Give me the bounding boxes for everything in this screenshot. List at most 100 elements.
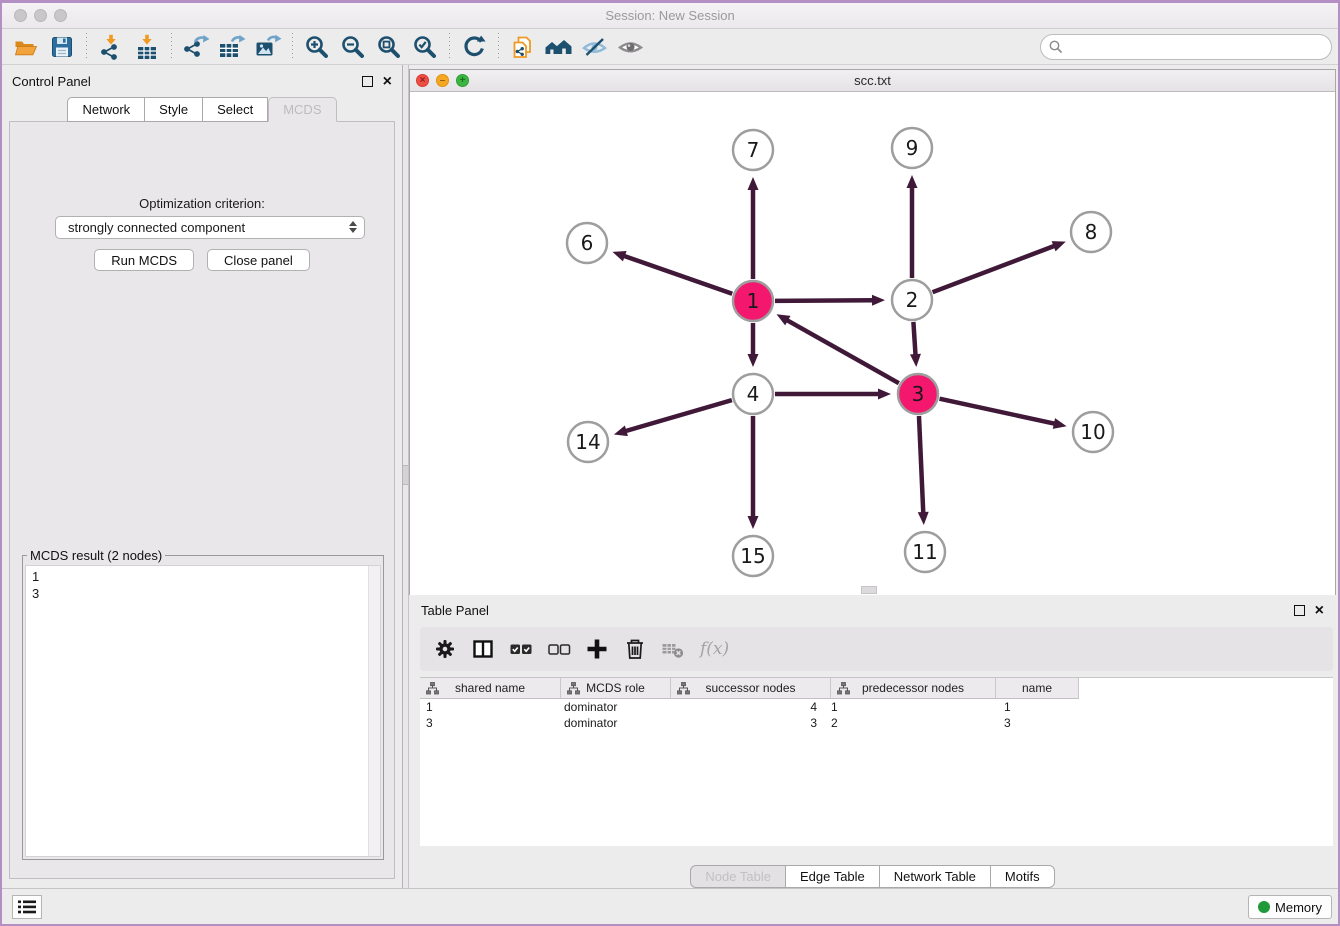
- tab-mcds[interactable]: MCDS: [268, 97, 336, 122]
- node-2[interactable]: 2: [892, 280, 932, 320]
- float-panel-icon[interactable]: [362, 76, 373, 87]
- network-canvas[interactable]: 7 9 6 8 1 2 4 3 14 10 15 11: [410, 92, 1335, 595]
- edge-2-3[interactable]: [910, 322, 921, 367]
- close-panel-button[interactable]: Close panel: [207, 249, 310, 271]
- table-tab-motifs[interactable]: Motifs: [991, 865, 1055, 888]
- import-table-button[interactable]: [129, 31, 165, 63]
- table-split-view-button[interactable]: [466, 633, 500, 665]
- close-panel-icon[interactable]: ×: [383, 71, 392, 93]
- export-table-button[interactable]: [214, 31, 250, 63]
- node-11[interactable]: 11: [905, 532, 945, 572]
- mcds-result-area[interactable]: 1 3: [25, 565, 381, 857]
- zoom-selected-button[interactable]: [407, 31, 443, 63]
- cell-MCDS-role[interactable]: dominator: [561, 715, 671, 731]
- network-graph[interactable]: 7 9 6 8 1 2 4 3 14 10 15 11: [410, 92, 1337, 595]
- delete-table-button[interactable]: [656, 633, 690, 665]
- export-image-button[interactable]: [250, 31, 286, 63]
- edge-1-7[interactable]: [748, 177, 759, 279]
- table-float-icon[interactable]: [1294, 605, 1305, 616]
- control-panel-title: Control Panel: [12, 74, 91, 89]
- cell-successor-nodes[interactable]: 3: [671, 715, 831, 731]
- edge-4-15[interactable]: [748, 416, 759, 529]
- hide-details-button[interactable]: [577, 31, 613, 63]
- column-header-shared-name[interactable]: shared name: [420, 678, 561, 699]
- result-scrollbar[interactable]: [368, 566, 380, 856]
- select-all-button[interactable]: [504, 633, 538, 665]
- import-network-button[interactable]: [93, 31, 129, 63]
- column-header-successor-nodes[interactable]: successor nodes: [671, 678, 831, 699]
- column-header-predecessor-nodes[interactable]: predecessor nodes: [831, 678, 996, 699]
- splitter-grip[interactable]: [403, 465, 408, 485]
- delete-column-button[interactable]: [618, 633, 652, 665]
- zoom-fit-button[interactable]: [371, 31, 407, 63]
- cell-name[interactable]: 3: [996, 715, 1079, 731]
- node-8[interactable]: 8: [1071, 212, 1111, 252]
- table-row[interactable]: 1dominator411: [420, 699, 1333, 715]
- table-tab-edge-table[interactable]: Edge Table: [786, 865, 880, 888]
- cell-MCDS-role[interactable]: dominator: [561, 699, 671, 715]
- tab-network[interactable]: Network: [67, 97, 145, 122]
- canvas-resize-grip[interactable]: [861, 586, 877, 594]
- criterion-value: strongly connected component: [68, 220, 245, 235]
- edge-arrowhead: [1052, 241, 1066, 251]
- table-tab-network-table[interactable]: Network Table: [880, 865, 991, 888]
- save-session-button[interactable]: [44, 31, 80, 63]
- table-row[interactable]: 3dominator323: [420, 715, 1333, 731]
- table-tab-node-table[interactable]: Node Table: [690, 865, 786, 888]
- vertical-splitter[interactable]: [402, 65, 409, 893]
- tab-select[interactable]: Select: [203, 97, 268, 122]
- cell-shared-name[interactable]: 1: [420, 699, 561, 715]
- memory-button[interactable]: Memory: [1248, 895, 1332, 919]
- cell-successor-nodes[interactable]: 4: [671, 699, 831, 715]
- node-6[interactable]: 6: [567, 223, 607, 263]
- node-table[interactable]: shared nameMCDS rolesuccessor nodesprede…: [420, 677, 1333, 846]
- node-14[interactable]: 14: [568, 422, 608, 462]
- edge-3-1[interactable]: [777, 314, 899, 383]
- column-header-name[interactable]: name: [996, 678, 1079, 699]
- function-builder-button[interactable]: f(x): [700, 639, 729, 659]
- cell-shared-name[interactable]: 3: [420, 715, 561, 731]
- search-input[interactable]: [1040, 34, 1332, 60]
- edge-1-2[interactable]: [775, 295, 885, 306]
- table-close-icon[interactable]: ×: [1315, 600, 1324, 622]
- edge-2-9[interactable]: [907, 175, 918, 278]
- home-layout-button[interactable]: [541, 31, 577, 63]
- node-15[interactable]: 15: [733, 536, 773, 576]
- edge-arrowhead: [907, 175, 918, 188]
- network-window-title: scc.txt: [410, 73, 1335, 88]
- tab-style[interactable]: Style: [145, 97, 203, 122]
- open-session-button[interactable]: [8, 31, 44, 63]
- criterion-select[interactable]: strongly connected component: [55, 216, 365, 239]
- add-column-button[interactable]: [580, 633, 614, 665]
- toolbar-separator: [171, 33, 172, 61]
- cell-predecessor-nodes[interactable]: 1: [831, 699, 996, 715]
- cell-name[interactable]: 1: [996, 699, 1079, 715]
- open-network-file-button[interactable]: [505, 31, 541, 63]
- deselect-all-button[interactable]: [542, 633, 576, 665]
- zoom-out-button[interactable]: [335, 31, 371, 63]
- task-history-button[interactable]: [12, 895, 42, 919]
- cell-predecessor-nodes[interactable]: 2: [831, 715, 996, 731]
- node-3[interactable]: 3: [898, 374, 938, 414]
- node-1[interactable]: 1: [733, 281, 773, 321]
- zoom-out-icon: [340, 34, 366, 60]
- edge-4-14[interactable]: [614, 400, 732, 436]
- zoom-in-button[interactable]: [299, 31, 335, 63]
- node-9[interactable]: 9: [892, 128, 932, 168]
- show-details-button[interactable]: [613, 31, 649, 63]
- node-7[interactable]: 7: [733, 130, 773, 170]
- refresh-view-button[interactable]: [456, 31, 492, 63]
- edge-3-11[interactable]: [918, 416, 929, 525]
- run-mcds-button[interactable]: Run MCDS: [94, 249, 194, 271]
- column-header-MCDS-role[interactable]: MCDS role: [561, 678, 671, 699]
- table-settings-button[interactable]: [428, 633, 462, 665]
- export-network-button[interactable]: [178, 31, 214, 63]
- edge-2-8[interactable]: [933, 241, 1066, 292]
- edge-1-6[interactable]: [612, 251, 732, 294]
- edge-4-3[interactable]: [775, 389, 891, 400]
- node-4[interactable]: 4: [733, 374, 773, 414]
- edge-1-4[interactable]: [748, 323, 759, 367]
- edge-3-10[interactable]: [939, 399, 1066, 429]
- node-10[interactable]: 10: [1073, 412, 1113, 452]
- control-panel: Control Panel × NetworkStyleSelectMCDS O…: [2, 65, 402, 893]
